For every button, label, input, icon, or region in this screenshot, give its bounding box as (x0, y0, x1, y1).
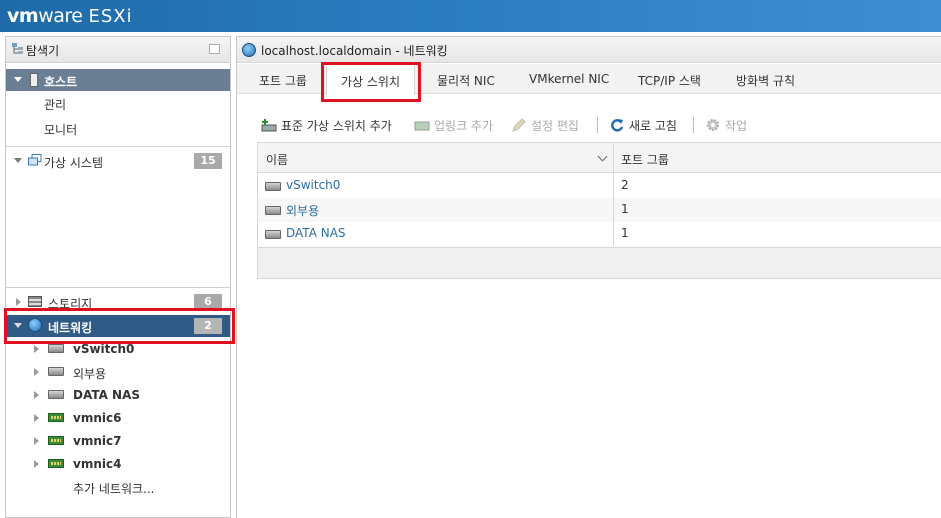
nav-item-virtual-machines-label: 가상 시스템 (44, 156, 104, 170)
sort-chevron-down-icon[interactable] (597, 151, 608, 162)
nav-item-data-nas-label: DATA NAS (73, 388, 141, 402)
virtual-switch-table: 이름 포트 그룹 vSwitch0 2 외부용 1 DATA NAS 1 (257, 142, 941, 279)
nav-item-vswitch0-label: vSwitch0 (73, 342, 135, 356)
nav-item-manage-label: 관리 (44, 98, 67, 112)
switch-name-link[interactable]: DATA NAS (286, 226, 346, 240)
brand-ware: ware (38, 5, 83, 27)
main-panel: localhost.localdomain - 네트워킹 포트 그룹 가상 스위… (236, 36, 941, 518)
nav-item-host-label: 호스트 (44, 75, 78, 89)
switch-icon (48, 390, 64, 399)
add-switch-icon (261, 119, 277, 132)
expand-arrow-icon[interactable] (34, 345, 39, 353)
tab-firewall-rules[interactable]: 방화벽 규칙 (736, 72, 795, 89)
navigator-icon (12, 43, 23, 54)
switch-icon (265, 182, 281, 191)
brand-product: ESXi (88, 6, 133, 27)
column-header-name[interactable]: 이름 (266, 151, 288, 168)
expand-arrow-icon[interactable] (14, 77, 22, 82)
nav-item-host[interactable]: 호스트 (6, 69, 230, 91)
nav-item-more-networks[interactable]: 추가 네트워크... (6, 476, 230, 498)
nav-divider (6, 146, 230, 147)
nic-icon (48, 459, 64, 468)
nic-icon (48, 436, 64, 445)
toolbar: 표준 가상 스위치 추가 업링크 추가 설정 편집 새로 고침 작업 (257, 115, 937, 135)
nav-item-vmnic6[interactable]: vmnic6 (6, 407, 230, 429)
nav-item-vmnic7-label: vmnic7 (73, 434, 122, 448)
expand-arrow-icon[interactable] (34, 368, 39, 376)
expand-arrow-icon[interactable] (34, 437, 39, 445)
gear-icon (707, 119, 719, 131)
virtual-machine-icon (28, 154, 42, 166)
nav-item-vmnic7[interactable]: vmnic7 (6, 430, 230, 452)
expand-arrow-icon[interactable] (34, 460, 39, 468)
expand-arrow-icon[interactable] (34, 414, 39, 422)
navigator-header: 탐색기 (6, 37, 230, 63)
table-header: 이름 포트 그룹 (258, 143, 941, 173)
nav-item-virtual-machines[interactable]: 가상 시스템 15 (6, 150, 230, 172)
collapse-navigator-icon[interactable] (209, 44, 220, 54)
toolbar-separator (693, 117, 694, 133)
page-title: localhost.localdomain - 네트워킹 (261, 44, 448, 58)
nav-item-data-nas[interactable]: DATA NAS (6, 384, 230, 406)
toolbar-separator (597, 117, 598, 133)
refresh-label: 새로 고침 (629, 119, 677, 133)
tab-port-groups[interactable]: 포트 그룹 (259, 72, 307, 89)
navigator-panel: 탐색기 호스트 관리 모니터 가상 시스템 15 스토리지 6 네트워킹 2 v (5, 36, 231, 518)
pencil-icon (512, 118, 526, 132)
port-group-count: 1 (621, 202, 629, 216)
switch-icon (265, 230, 281, 239)
expand-arrow-icon[interactable] (14, 158, 22, 163)
port-group-count: 2 (621, 178, 629, 192)
table-row[interactable]: DATA NAS 1 (258, 222, 941, 246)
virtual-machines-count-badge: 15 (194, 153, 222, 169)
switch-icon (265, 206, 281, 215)
switch-icon (48, 367, 64, 376)
add-uplink-icon (414, 121, 430, 131)
switch-name-link[interactable]: 외부용 (286, 202, 319, 219)
expand-arrow-icon[interactable] (16, 298, 21, 306)
nav-item-monitor[interactable]: 모니터 (6, 117, 230, 139)
brand-vm: vm (7, 5, 39, 27)
navigator-title: 탐색기 (26, 44, 60, 58)
nav-item-external[interactable]: 외부용 (6, 361, 230, 383)
switch-name-link[interactable]: vSwitch0 (286, 178, 340, 192)
actions-label: 작업 (725, 119, 748, 133)
port-group-count: 1 (621, 226, 629, 240)
tab-physical-nics[interactable]: 물리적 NIC (437, 72, 495, 89)
column-header-port-groups[interactable]: 포트 그룹 (621, 151, 669, 168)
add-standard-switch-label: 표준 가상 스위치 추가 (281, 119, 392, 133)
edit-settings-label: 설정 편집 (531, 119, 579, 133)
vmware-esxi-logo[interactable]: vmware ESXi (7, 5, 133, 27)
storage-icon (28, 296, 42, 307)
highlight-virtual-switches-tab (321, 62, 421, 102)
column-divider (613, 143, 614, 246)
switch-icon (48, 344, 64, 353)
host-icon (30, 73, 38, 87)
tab-vmkernel-nics[interactable]: VMkernel NIC (529, 72, 609, 86)
tab-tcpip-stacks[interactable]: TCP/IP 스택 (638, 72, 701, 89)
nav-item-manage[interactable]: 관리 (6, 92, 230, 114)
main-header: localhost.localdomain - 네트워킹 (237, 37, 941, 63)
table-row[interactable]: vSwitch0 2 (258, 174, 941, 198)
highlight-networking (4, 308, 235, 344)
add-uplink-label: 업링크 추가 (434, 119, 494, 133)
nav-item-external-label: 외부용 (73, 367, 107, 381)
top-bar: vmware ESXi (0, 0, 941, 32)
networking-globe-icon (242, 43, 256, 57)
refresh-icon (611, 119, 624, 132)
nav-item-vmnic6-label: vmnic6 (73, 411, 122, 425)
expand-arrow-icon[interactable] (34, 391, 39, 399)
table-footer (258, 247, 941, 278)
nav-item-vmnic4-label: vmnic4 (73, 457, 122, 471)
nav-divider (6, 287, 230, 288)
nav-item-more-networks-label: 추가 네트워크... (73, 482, 155, 496)
table-row[interactable]: 외부용 1 (258, 198, 941, 222)
nav-item-vmnic4[interactable]: vmnic4 (6, 453, 230, 475)
nav-item-monitor-label: 모니터 (44, 123, 78, 137)
nic-icon (48, 413, 64, 422)
